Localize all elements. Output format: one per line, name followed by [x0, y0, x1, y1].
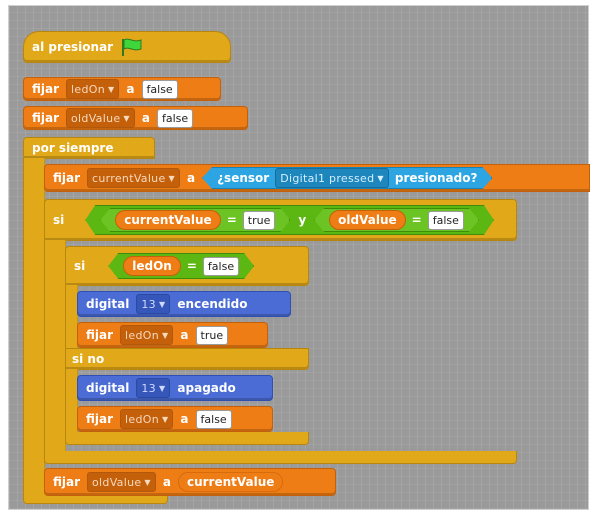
digital-label: digital — [86, 381, 130, 395]
if-inner-foot — [65, 432, 309, 445]
set-verb: fijar — [53, 475, 81, 489]
set-verb: fijar — [86, 412, 114, 426]
set-ledon-true-block[interactable]: fijar ledOn ▼ a true — [77, 322, 268, 348]
set-verb: fijar — [53, 171, 81, 185]
set-verb: fijar — [32, 111, 60, 125]
variable-dropdown[interactable]: currentValue ▼ — [87, 168, 180, 188]
variable-dropdown[interactable]: ledOn ▼ — [120, 409, 174, 429]
set-prep: a — [162, 475, 171, 489]
and-keyword: y — [298, 213, 307, 227]
value-input[interactable]: false — [195, 409, 232, 429]
green-flag-icon — [120, 37, 144, 57]
set-currentvalue-block[interactable]: fijar currentValue ▼ a ¿sensor Digital1 p… — [44, 164, 590, 192]
if-outer-foot — [44, 451, 517, 464]
if-outer-wall — [44, 240, 66, 452]
dropdown-arrow-icon: ▼ — [107, 84, 115, 94]
set-prep: a — [180, 412, 189, 426]
dropdown-arrow-icon: ▼ — [158, 299, 166, 309]
set-ledon-false-block[interactable]: fijar ledOn ▼ a false — [77, 406, 273, 432]
if-keyword: si — [53, 213, 65, 227]
set-verb: fijar — [86, 328, 114, 342]
currentvalue-reporter[interactable]: currentValue — [115, 210, 220, 230]
dropdown-arrow-icon: ▼ — [158, 383, 166, 393]
pin-dropdown[interactable]: 13 ▼ — [136, 294, 171, 314]
forever-label: por siempre — [32, 141, 114, 155]
dropdown-arrow-icon: ▼ — [161, 414, 169, 424]
else-bar: si no — [65, 348, 309, 370]
set-verb: fijar — [32, 82, 60, 96]
variable-dropdown[interactable]: ledOn ▼ — [66, 79, 120, 99]
set-oldvalue-current-block[interactable]: fijar oldValue ▼ a currentValue — [44, 468, 336, 496]
variable-dropdown[interactable]: ledOn ▼ — [120, 325, 174, 345]
dropdown-arrow-icon: ▼ — [144, 477, 151, 487]
digital-off-block[interactable]: digital 13 ▼ apagado — [77, 375, 273, 401]
equals-sign: = — [226, 213, 237, 227]
when-flag-clicked-block[interactable]: al presionar — [23, 31, 231, 63]
scripts-area[interactable]: al presionar fijar ledOn ▼ a false fijar … — [8, 5, 590, 510]
value-input[interactable]: false — [428, 211, 464, 230]
state-label: encendido — [177, 297, 248, 311]
else-keyword: si no — [72, 352, 105, 366]
if-inner-block[interactable]: si ledOn = false — [65, 246, 309, 286]
forever-block[interactable]: por siempre — [23, 137, 155, 159]
value-input[interactable]: false — [203, 257, 239, 276]
set-oldvalue-block[interactable]: fijar oldValue ▼ a false — [23, 106, 248, 130]
forever-wall — [23, 158, 45, 485]
state-label: apagado — [177, 381, 236, 395]
set-ledon-block[interactable]: fijar ledOn ▼ a false — [23, 77, 221, 101]
digital-on-block[interactable]: digital 13 ▼ encendido — [77, 291, 291, 317]
sensor-pressed-reporter[interactable]: ¿sensor Digital1 pressed ▼ presionado? — [202, 167, 492, 189]
set-prep: a — [141, 111, 150, 125]
set-prep: a — [180, 328, 189, 342]
and-operator[interactable]: currentValue = true y oldValue = false — [85, 205, 494, 235]
digital-label: digital — [86, 297, 130, 311]
value-input[interactable]: false — [141, 79, 178, 99]
equals-operator[interactable]: currentValue = true — [100, 208, 290, 232]
hat-label: al presionar — [32, 40, 114, 54]
if-keyword: si — [74, 259, 86, 273]
sensor-prefix: ¿sensor — [217, 171, 270, 185]
currentvalue-reporter[interactable]: currentValue — [177, 472, 284, 492]
variable-dropdown[interactable]: oldValue ▼ — [87, 472, 156, 492]
ledon-reporter[interactable]: ledOn — [123, 256, 181, 276]
equals-operator[interactable]: ledOn = false — [108, 253, 254, 279]
sensor-suffix: presionado? — [394, 171, 478, 185]
dropdown-arrow-icon: ▼ — [123, 113, 130, 123]
variable-dropdown[interactable]: oldValue ▼ — [66, 108, 135, 128]
oldvalue-reporter[interactable]: oldValue — [329, 210, 405, 230]
dropdown-arrow-icon: ▼ — [168, 173, 175, 183]
dropdown-arrow-icon: ▼ — [377, 173, 384, 183]
value-input[interactable]: true — [243, 211, 276, 230]
value-input[interactable]: true — [195, 325, 229, 345]
equals-operator[interactable]: oldValue = false — [314, 208, 479, 232]
value-input[interactable]: false — [156, 108, 194, 128]
pin-dropdown[interactable]: 13 ▼ — [136, 378, 171, 398]
equals-sign: = — [411, 213, 422, 227]
sensor-dropdown[interactable]: Digital1 pressed ▼ — [275, 168, 389, 188]
dropdown-arrow-icon: ▼ — [161, 330, 169, 340]
if-outer-block[interactable]: si currentValue = true y oldValue = fals… — [44, 199, 517, 241]
set-prep: a — [186, 171, 196, 185]
equals-sign: = — [186, 259, 197, 273]
set-prep: a — [126, 82, 135, 96]
